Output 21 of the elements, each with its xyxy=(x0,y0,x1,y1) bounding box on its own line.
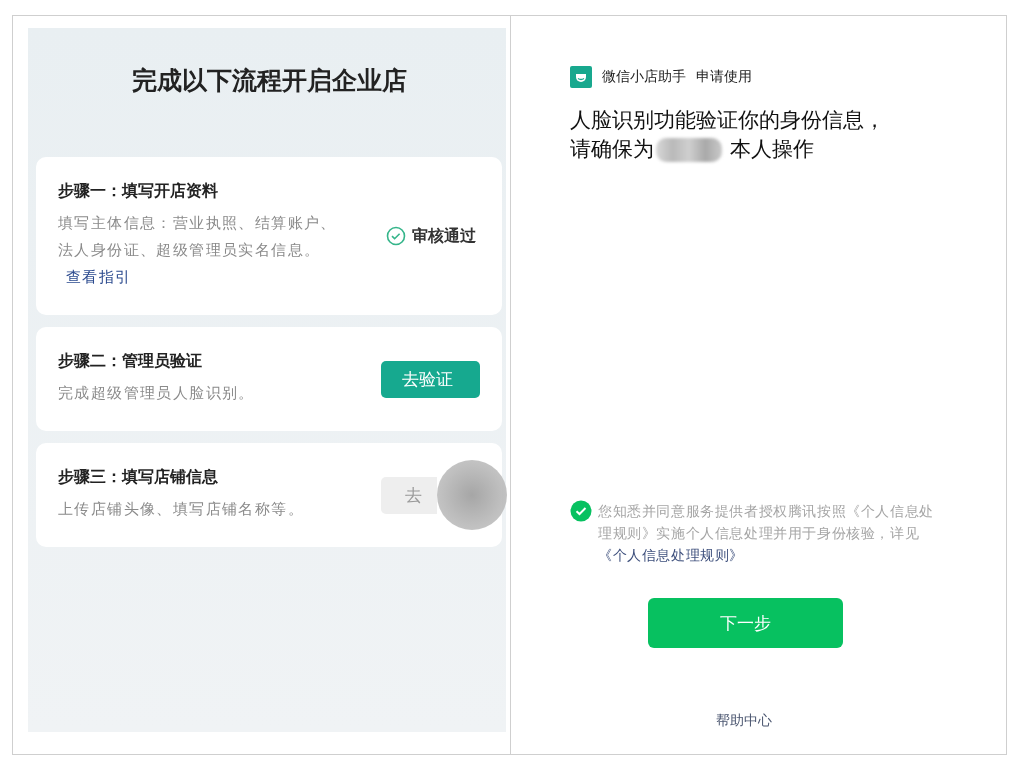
app-name: 微信小店助手 xyxy=(602,68,686,86)
rules-link[interactable]: 《个人信息处理规则》 xyxy=(598,547,744,563)
agreement-text: 您知悉并同意服务提供者授权腾讯按照《个人信息处理规则》实施个人信息处理并用于身份核验，详见 《个人信息处理规则》 xyxy=(598,502,935,565)
step-description: 填写主体信息：营业执照、结算账户、法人身份证、超级管理员实名信息。 查看指引 xyxy=(58,213,338,288)
help-link[interactable]: 帮助中心 xyxy=(716,712,772,730)
app-icon xyxy=(570,66,592,88)
heading-text: 请确保为 xyxy=(570,136,654,163)
heading-text: 人脸识别功能验证你的身份信息， xyxy=(570,107,885,134)
step-title: 步骤一：填写开店资料 xyxy=(58,181,219,202)
page-title: 完成以下流程开启企业店 xyxy=(130,65,408,97)
agree-checkbox[interactable] xyxy=(570,500,592,522)
step-description: 上传店铺头像、填写店铺名称等。 xyxy=(58,499,305,520)
redacted-name xyxy=(656,137,722,162)
step-title: 步骤二：管理员验证 xyxy=(58,351,203,372)
request-label: 申请使用 xyxy=(696,68,752,86)
step-title: 步骤三：填写店铺信息 xyxy=(58,467,219,488)
step-description: 完成超级管理员人脸识别。 xyxy=(58,383,256,404)
check-circle-icon xyxy=(386,226,406,246)
heading-text: 本人操作 xyxy=(730,136,814,163)
guide-link[interactable]: 查看指引 xyxy=(66,268,132,286)
status-text: 审核通过 xyxy=(412,225,476,247)
